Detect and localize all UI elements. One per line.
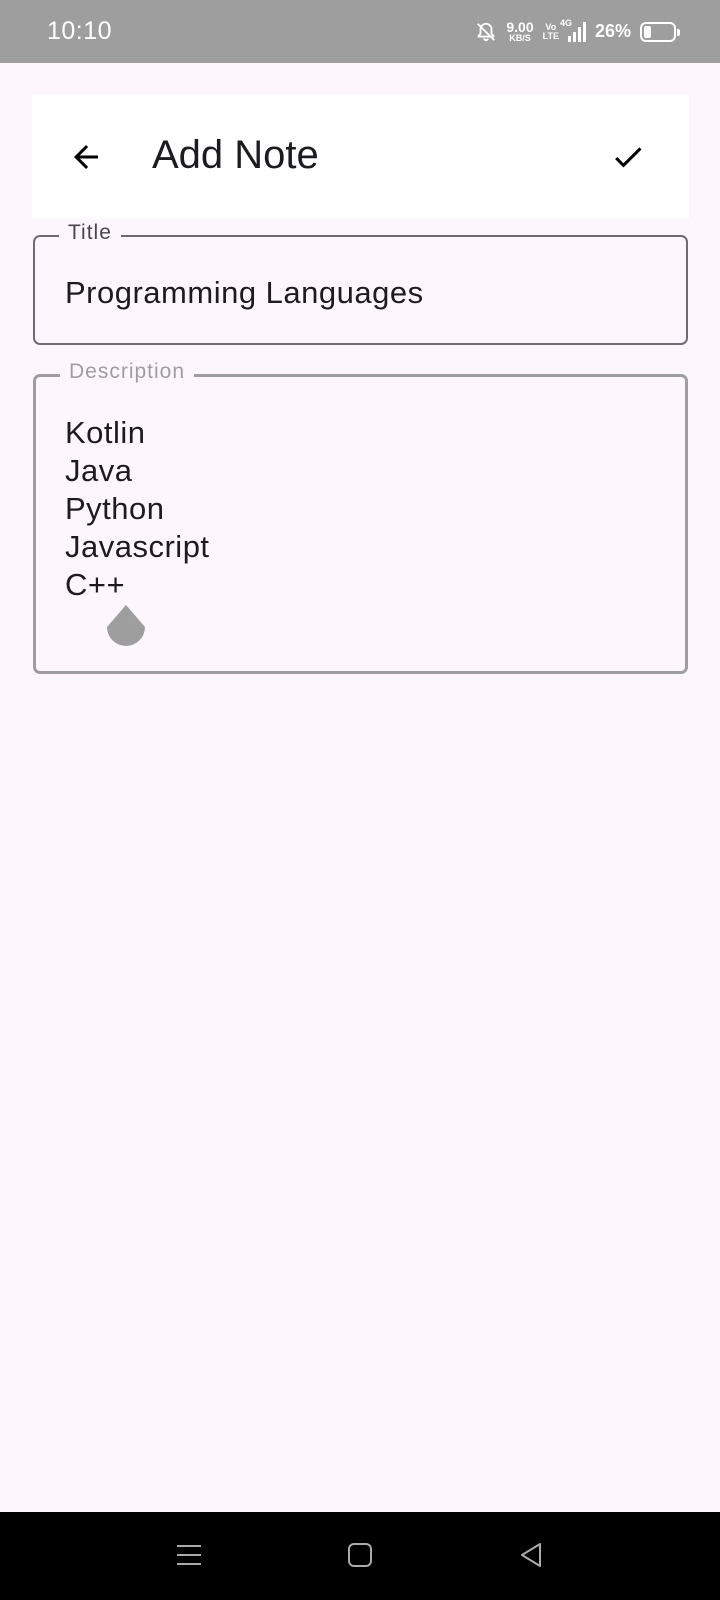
network-speed-unit: KB/S (509, 33, 531, 43)
bell-off-icon (477, 22, 496, 41)
description-field-label: Description (60, 360, 195, 384)
network-type: 4G (559, 17, 572, 28)
volte-bottom: LTE (542, 30, 559, 41)
back-icon[interactable] (517, 1540, 547, 1570)
back-button[interactable] (68, 139, 104, 175)
network-speed: 9.00 KB/S (506, 20, 533, 43)
menu-icon[interactable] (174, 1540, 204, 1570)
description-line: Python (65, 491, 165, 526)
description-text[interactable]: Kotlin Java Python Javascript C++ (65, 414, 210, 604)
navigation-bar (0, 1512, 720, 1600)
title-field-label: Title (59, 221, 121, 245)
page-title: Add Note (152, 133, 319, 177)
save-button[interactable] (610, 139, 646, 175)
title-field[interactable]: Title Programming Languages (33, 221, 688, 345)
text-cursor-handle-icon[interactable] (105, 603, 147, 651)
status-bar: 10:10 9.00 KB/S Vo LTE 4G 26% (0, 0, 720, 63)
status-time: 10:10 (47, 17, 113, 45)
status-icons: 9.00 KB/S Vo LTE 4G 26% (475, 18, 680, 43)
battery-fill (644, 25, 652, 38)
arrow-back-icon (74, 145, 98, 169)
description-line: C++ (65, 567, 126, 602)
volte-icon: Vo LTE (542, 22, 559, 41)
description-line: Kotlin (65, 415, 146, 450)
network-speed-value: 9.00 (506, 19, 534, 35)
description-line: Javascript (65, 529, 210, 564)
battery-percent: 26% (594, 21, 631, 41)
battery-icon (640, 21, 680, 42)
check-icon (615, 147, 642, 168)
home-icon[interactable] (345, 1540, 375, 1570)
description-line: Java (65, 453, 133, 488)
title-field-value[interactable]: Programming Languages (65, 275, 424, 311)
description-field[interactable]: Description Kotlin Java Python Javascrip… (33, 360, 688, 674)
app-bar: Add Note (32, 95, 689, 219)
signal-icon: 4G (560, 18, 586, 42)
